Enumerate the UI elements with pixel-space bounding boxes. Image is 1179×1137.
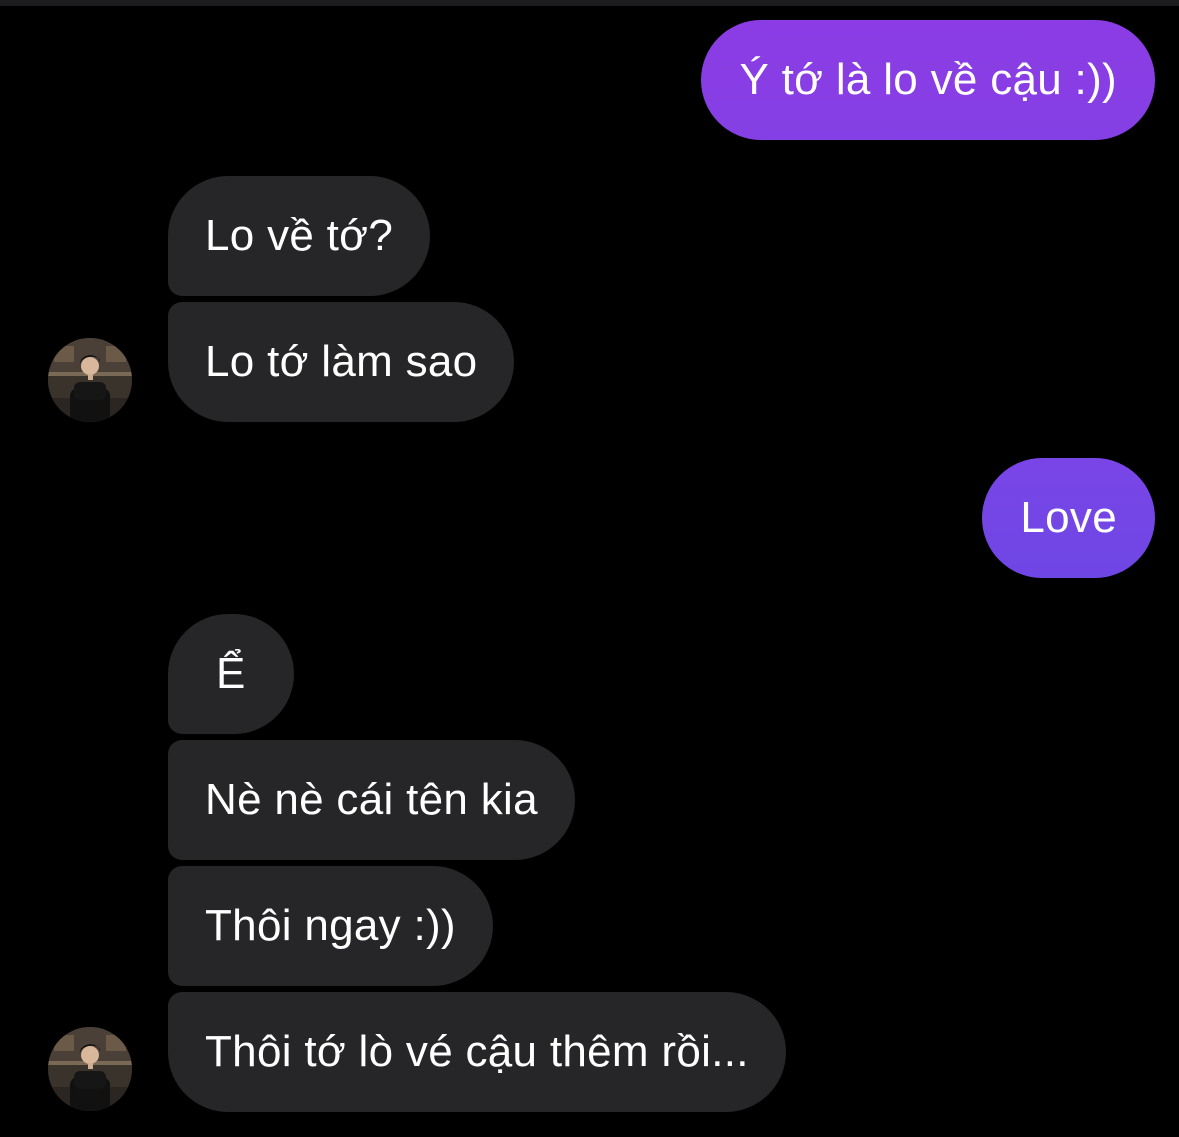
- profile-photo-icon: [48, 1027, 132, 1111]
- message-text: Lo tớ làm sao: [205, 337, 478, 386]
- message-text: Ý tớ là lo về cậu :)): [739, 55, 1117, 104]
- message-text: Love: [1020, 493, 1117, 542]
- message-text: Lo về tớ?: [205, 211, 394, 260]
- message-text: Nè nè cái tên kia: [205, 775, 538, 824]
- incoming-message-bubble[interactable]: Nè nè cái tên kia: [168, 740, 575, 860]
- incoming-message-bubble[interactable]: Ể: [168, 614, 294, 734]
- outgoing-message-bubble[interactable]: Ý tớ là lo về cậu :)): [701, 20, 1155, 140]
- contact-avatar[interactable]: [48, 1027, 132, 1111]
- incoming-message-bubble[interactable]: Lo về tớ?: [168, 176, 431, 296]
- outgoing-message-bubble[interactable]: Love: [982, 458, 1155, 578]
- top-divider: [0, 0, 1179, 6]
- incoming-message-bubble[interactable]: Lo tớ làm sao: [168, 302, 515, 422]
- message-text: Ể: [216, 649, 246, 698]
- profile-photo-icon: [48, 338, 132, 422]
- contact-avatar[interactable]: [48, 338, 132, 422]
- message-text: Thôi tớ lò vé cậu thêm rồi...: [205, 1027, 749, 1076]
- message-text: Thôi ngay :)): [205, 901, 456, 950]
- incoming-message-bubble[interactable]: Thôi ngay :)): [168, 866, 493, 986]
- incoming-message-bubble[interactable]: Thôi tớ lò vé cậu thêm rồi...: [168, 992, 786, 1112]
